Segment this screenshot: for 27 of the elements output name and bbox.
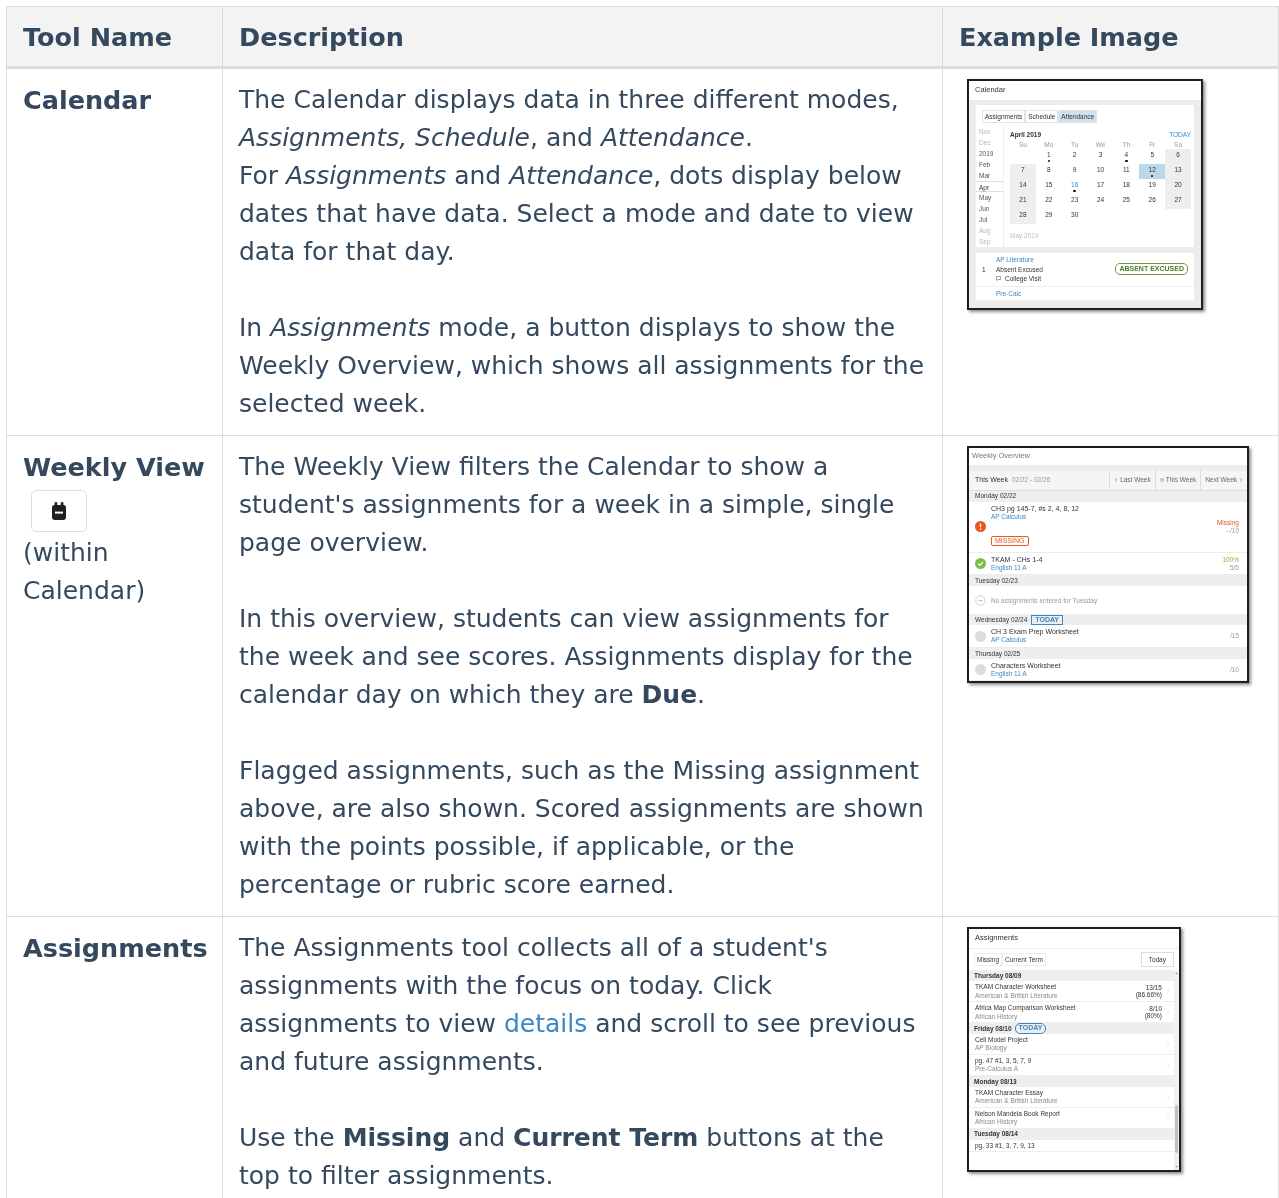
description-text: The Assignments tool collects all of a student's assignments with the focus on today. Click assignments to view details and scroll to see previous and future assignments. (239, 932, 917, 1078)
description-text: Use the Missing and Current Term buttons at the top to filter assignments. (239, 1122, 885, 1192)
minus-circle-icon (975, 594, 986, 606)
description-text: The Weekly View filters the Calendar to show a student's assignments for a week in a simple, single page overview. (239, 451, 896, 559)
column-header: Tool Name (6, 6, 223, 68)
text-link[interactable]: details (503, 1009, 588, 1038)
column-header: Description (222, 6, 943, 68)
tool-name: Weekly View (23, 451, 206, 484)
description-text: Flagged assignments, such as the Missing assignment above, are also shown. Scored assignments are shown with the points possible, if applicable, or the percentage or rubric score earned. (239, 755, 925, 901)
status-circle-icon (975, 630, 986, 642)
tool-note: (within Calendar) (23, 537, 147, 607)
description-text: In Assignments mode, a button displays to show the Weekly Overview, which shows all assignments for the selected week. (239, 312, 926, 420)
weekly-view-button[interactable] (31, 490, 87, 532)
tool-name: Calendar (23, 84, 153, 117)
alert-icon (975, 521, 986, 533)
check-icon (975, 558, 986, 570)
calendar-icon (49, 501, 69, 521)
chevron-right-icon (1239, 478, 1243, 483)
description-text: In this overview, students can view assignments for the week and see scores. Assignments display for the calendar day on which they are Due. (239, 603, 914, 711)
tool-name: Assignments (23, 932, 206, 965)
circle-icon (1159, 478, 1164, 483)
chevron-left-icon (1114, 478, 1119, 483)
description-text: For Assignments and Attendance, dots display below dates that have data. Select a mode and date to view data for that day. (239, 160, 915, 268)
column-header: Example Image (942, 6, 1279, 68)
description-text: The Calendar displays data in three different modes, Assignments, Schedule, and Attendance. (239, 84, 900, 154)
comment-icon (996, 276, 1001, 282)
status-circle-icon (975, 664, 986, 676)
